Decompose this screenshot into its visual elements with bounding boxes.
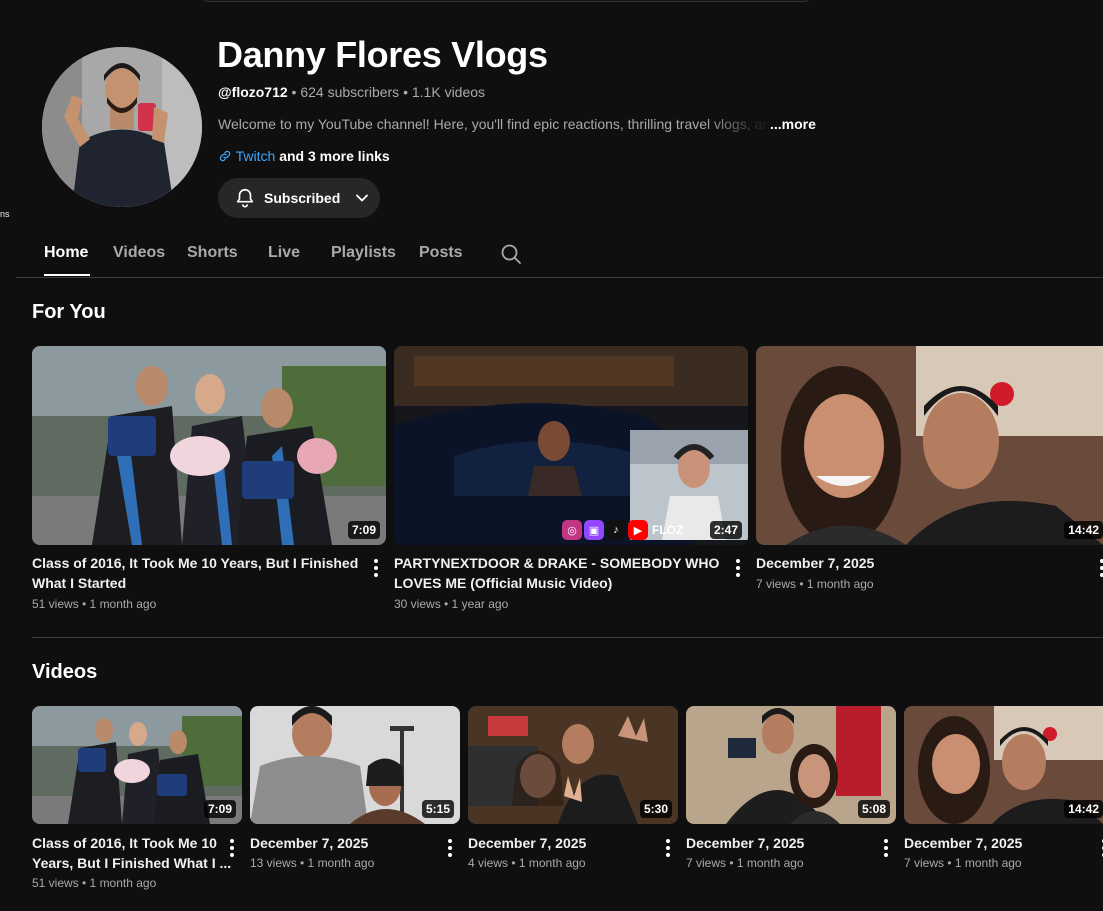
video-card: ◎ ▣ ♪ ▶ FLOZ 2:47 PARTYNEXTDOOR & DRAKE … [394, 346, 748, 611]
channel-name: Danny Flores Vlogs [217, 34, 548, 75]
video-title[interactable]: December 7, 2025 [904, 833, 1084, 853]
video-title[interactable]: Class of 2016, It Took Me 10 Years, But … [32, 833, 231, 873]
more-actions-icon[interactable] [1092, 556, 1103, 580]
video-thumbnail[interactable]: 14:42 [756, 346, 1103, 545]
video-card: 7:09 Class of 2016, It Took Me 10 Years,… [32, 706, 242, 890]
subscriber-count: 624 subscribers [300, 84, 400, 100]
channel-avatar [42, 47, 202, 207]
channel-meta: @flozo712 • 624 subscribers • 1.1K video… [218, 84, 485, 100]
video-duration: 2:47 [709, 521, 742, 539]
video-card: 5:08 December 7, 2025 7 views • 1 month … [686, 706, 896, 870]
for-you-heading: For You [32, 301, 106, 323]
subscribed-label: Subscribed [264, 190, 341, 206]
video-meta: 51 views • 1 month ago [32, 876, 157, 890]
video-meta: 51 views • 1 month ago [32, 597, 157, 611]
video-thumbnail[interactable]: 5:15 [250, 706, 460, 824]
video-title[interactable]: Class of 2016, It Took Me 10 Years, But … [32, 553, 362, 593]
video-title[interactable]: December 7, 2025 [686, 833, 876, 853]
twitch-link[interactable]: Twitch [236, 148, 276, 164]
video-duration: 5:30 [639, 800, 672, 818]
description-text: Welcome to my YouTube channel! Here, you… [218, 116, 770, 132]
tab-home[interactable]: Home [44, 244, 88, 262]
more-actions-icon[interactable] [440, 836, 460, 860]
channel-handle: @flozo712 [218, 84, 288, 100]
video-thumbnail[interactable]: ◎ ▣ ♪ ▶ FLOZ 2:47 [394, 346, 748, 545]
video-meta: 7 views • 1 month ago [756, 577, 874, 591]
video-title[interactable]: PARTYNEXTDOOR & DRAKE - SOMEBODY WHO LOV… [394, 553, 724, 593]
video-duration: 7:09 [347, 521, 380, 539]
sidebar-fragment: ns [0, 209, 10, 219]
chevron-down-icon [356, 194, 369, 202]
more-actions-icon[interactable] [876, 836, 896, 860]
video-thumbnail[interactable]: 7:09 [32, 346, 386, 545]
active-tab-indicator [44, 274, 90, 276]
video-duration: 7:09 [203, 800, 236, 818]
video-meta: 13 views • 1 month ago [250, 856, 375, 870]
video-title[interactable]: December 7, 2025 [250, 833, 440, 853]
video-meta: 30 views • 1 year ago [394, 597, 509, 611]
video-meta: 7 views • 1 month ago [904, 856, 1022, 870]
video-thumbnail[interactable]: 5:30 [468, 706, 678, 824]
video-duration: 14:42 [1064, 521, 1103, 539]
video-meta: 4 views • 1 month ago [468, 856, 586, 870]
more-actions-icon[interactable] [366, 556, 386, 580]
video-thumbnail[interactable]: 5:08 [686, 706, 896, 824]
separator: • [287, 84, 301, 100]
search-icon[interactable] [499, 242, 523, 266]
youtube-icon: ▶ [628, 520, 648, 540]
videos-heading: Videos [32, 661, 98, 683]
video-card: 14:42 December 7, 2025 7 views • 1 month… [904, 706, 1103, 870]
more-actions-icon[interactable] [222, 836, 242, 860]
channel-description[interactable]: Welcome to my YouTube channel! Here, you… [218, 116, 818, 132]
more-actions-icon[interactable] [658, 836, 678, 860]
twitch-icon: ▣ [584, 520, 604, 540]
video-duration: 5:08 [857, 800, 890, 818]
overlay-handle: FLOZ [652, 523, 684, 537]
section-divider [32, 637, 1103, 638]
social-overlay: ◎ ▣ ♪ ▶ FLOZ [562, 520, 683, 540]
video-title[interactable]: December 7, 2025 [468, 833, 658, 853]
search-bar-edge[interactable] [200, 0, 812, 2]
description-more-link[interactable]: ...more [770, 116, 816, 132]
video-card: 7:09 Class of 2016, It Took Me 10 Years,… [32, 346, 386, 611]
video-title[interactable]: December 7, 2025 [756, 553, 1076, 573]
link-icon [219, 150, 231, 162]
tiktok-icon: ♪ [606, 520, 626, 540]
tab-shorts[interactable]: Shorts [187, 244, 238, 262]
video-duration: 14:42 [1064, 800, 1103, 818]
separator: • [399, 84, 412, 100]
more-actions-icon[interactable] [1094, 836, 1103, 860]
channel-links: Twitch and 3 more links [218, 148, 390, 164]
tab-live[interactable]: Live [268, 244, 300, 262]
tab-posts[interactable]: Posts [419, 244, 463, 262]
video-thumbnail[interactable]: 14:42 [904, 706, 1103, 824]
channel-tabs: Home Videos Shorts Live Playlists Posts [16, 236, 1103, 278]
instagram-icon: ◎ [562, 520, 582, 540]
subscribed-button[interactable]: Subscribed [218, 178, 380, 218]
bell-icon [236, 188, 254, 208]
tab-playlists[interactable]: Playlists [331, 244, 396, 262]
video-card: 5:30 December 7, 2025 4 views • 1 month … [468, 706, 678, 870]
video-duration: 5:15 [421, 800, 454, 818]
video-thumbnail[interactable]: 7:09 [32, 706, 242, 824]
more-links-button[interactable]: and 3 more links [275, 148, 390, 164]
video-card: 14:42 December 7, 2025 7 views • 1 month… [756, 346, 1103, 591]
video-meta: 7 views • 1 month ago [686, 856, 804, 870]
video-card: 5:15 December 7, 2025 13 views • 1 month… [250, 706, 460, 870]
video-count: 1.1K videos [411, 84, 486, 100]
more-actions-icon[interactable] [728, 556, 748, 580]
tab-videos[interactable]: Videos [113, 244, 165, 262]
